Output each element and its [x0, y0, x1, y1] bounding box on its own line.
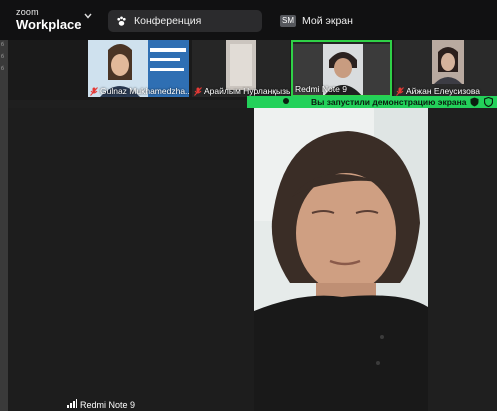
background-window-edge: б б б [0, 40, 8, 411]
active-speaker-label: Redmi Note 9 [67, 399, 135, 410]
dot-icon [282, 97, 290, 107]
active-speaker-video[interactable] [254, 101, 428, 411]
stage-background-left [8, 108, 254, 411]
tab-my-screen-label: Мой экран [302, 15, 353, 27]
active-speaker-name: Redmi Note 9 [80, 399, 136, 410]
participant-tile[interactable]: Gulnaz Mukhamedzha... [88, 40, 189, 97]
muted-mic-icon [396, 86, 404, 96]
screen-badge: SM [280, 15, 296, 27]
participant-gallery: Gulnaz Mukhamedzha... Арайлым Нурланқызы… [8, 40, 497, 100]
paw-icon [116, 15, 127, 27]
muted-mic-icon [90, 86, 98, 96]
brand-name: Workplace [16, 17, 82, 32]
participant-name: Арайлым Нурланқызы [204, 86, 290, 96]
speaker-video-frame [254, 101, 428, 411]
tab-conference-label: Конференция [134, 15, 202, 27]
tab-my-screen[interactable]: SM Мой экран [270, 10, 420, 32]
title-bar: zoom Workplace Конференция SM Мой экран [0, 0, 497, 40]
participant-tile[interactable]: Арайлым Нурланқызы [192, 40, 290, 97]
signal-bars-icon [67, 399, 77, 410]
muted-mic-icon [194, 86, 202, 96]
shield-icon[interactable] [470, 97, 479, 109]
chevron-down-icon[interactable] [84, 13, 92, 19]
screen-share-text: Вы запустили демонстрацию экрана [311, 97, 467, 107]
participant-tile-speaking[interactable]: Redmi Note 9 [291, 40, 392, 97]
screen-share-banner[interactable]: Вы запустили демонстрацию экрана [247, 96, 497, 108]
participant-tile[interactable]: Айжан Елеусизова [394, 40, 497, 97]
brand-small: zoom [16, 7, 39, 17]
stage-background-right [428, 108, 497, 411]
tab-conference[interactable]: Конференция [108, 10, 262, 32]
participant-name: Айжан Елеусизова [406, 86, 480, 96]
zoom-workplace-logo: zoom Workplace [16, 7, 82, 32]
participant-name: Gulnaz Mukhamedzha... [100, 86, 189, 96]
security-indicator-icon[interactable] [483, 96, 494, 109]
participant-name: Redmi Note 9 [295, 84, 347, 94]
